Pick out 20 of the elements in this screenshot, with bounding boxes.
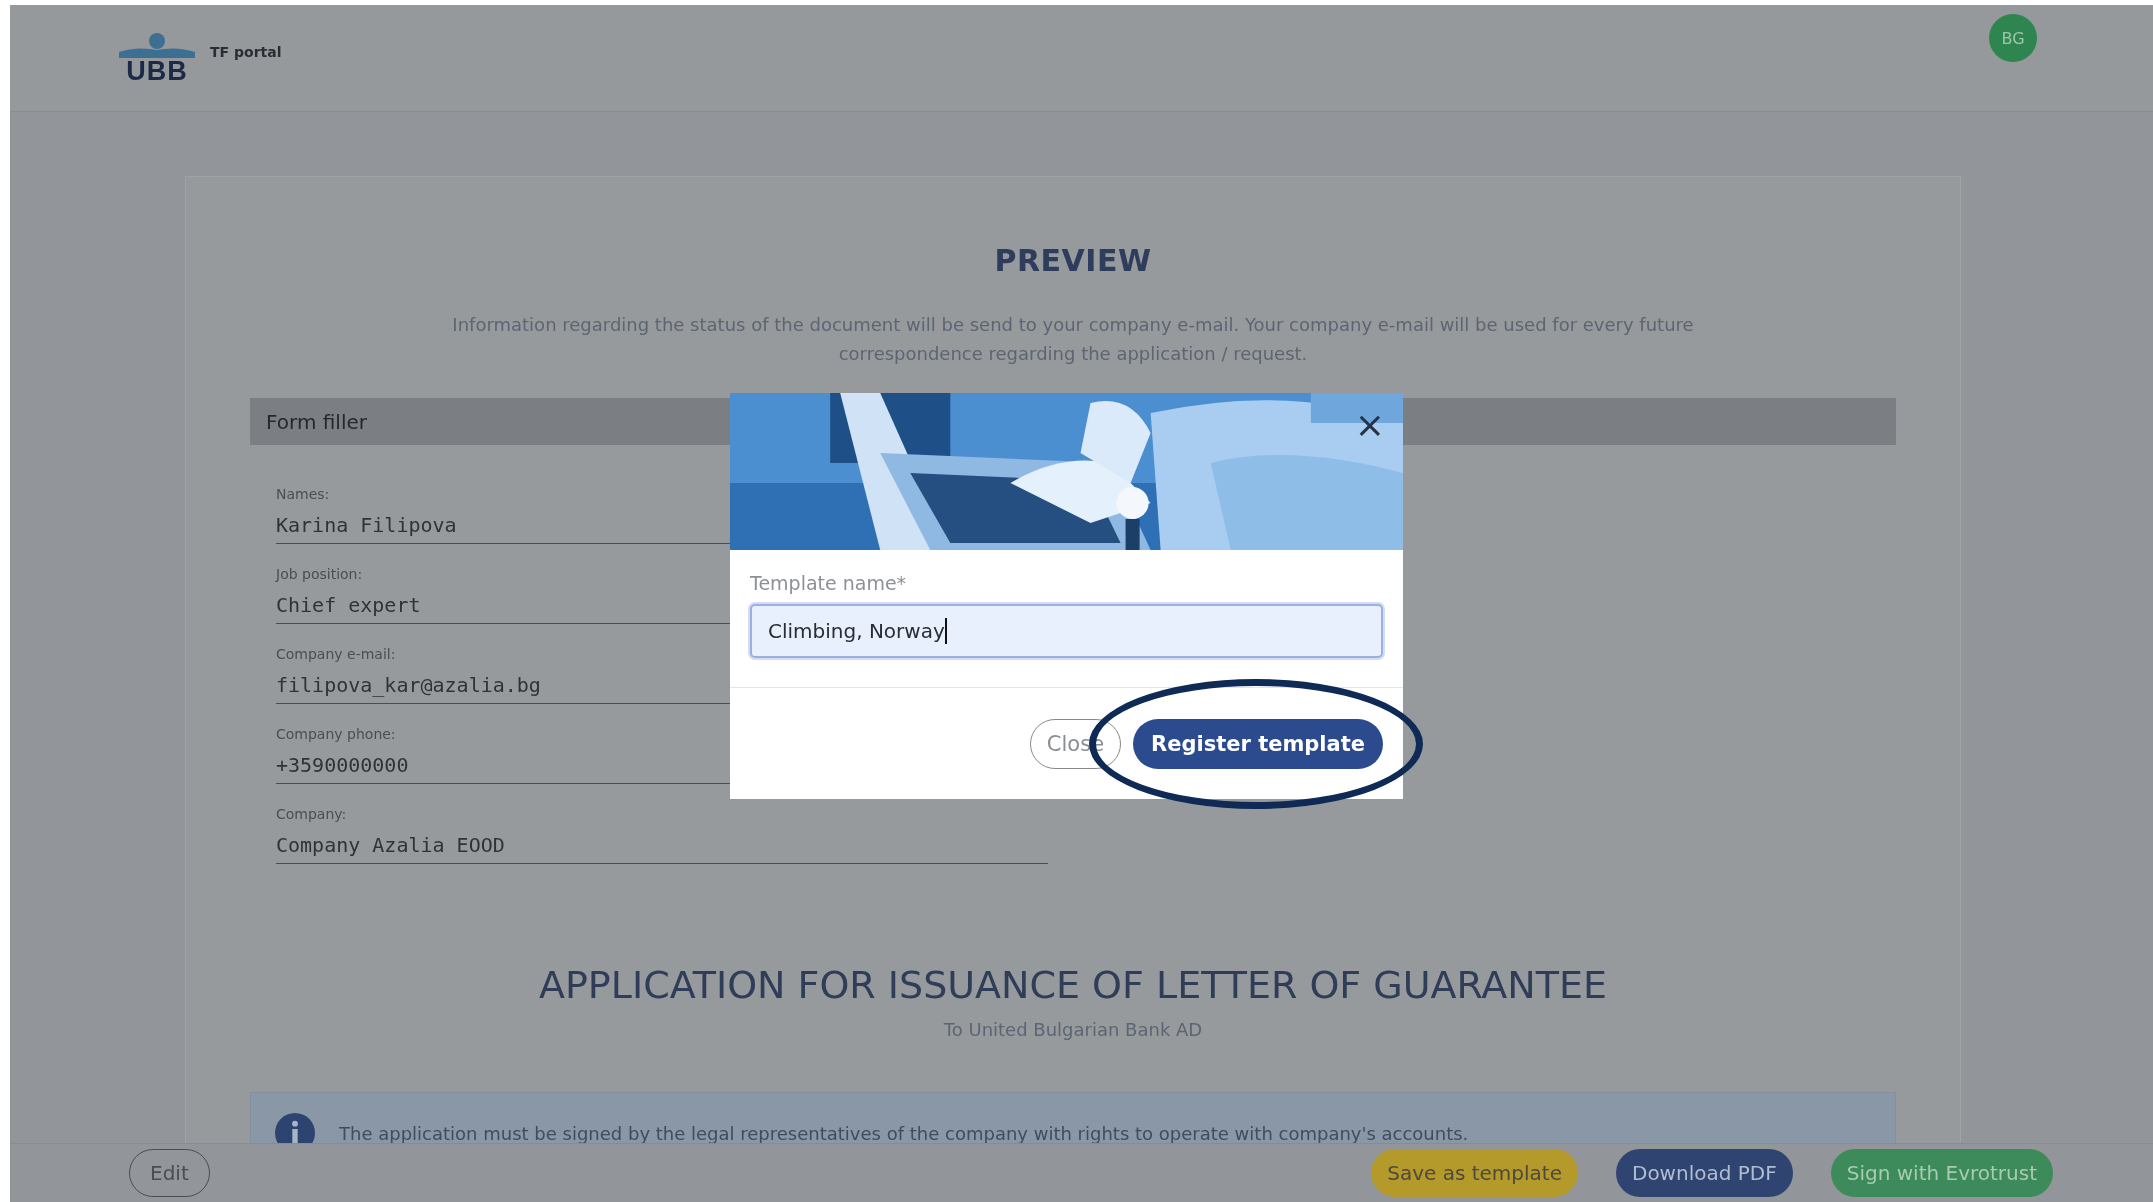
application-title: APPLICATION FOR ISSUANCE OF LETTER OF GUARANTEE [537,963,1609,1007]
bank-logo[interactable]: UBB [116,32,198,84]
notice-text: Information regarding the status of the document will be send to your company e-mail. Your company e-mail will be used for every future correspondence regarding the application / request. [451,313,1695,366]
preview-title: PREVIEW [993,243,1153,278]
input-field[interactable]: Company Azalia EOOD [276,823,1048,864]
field-label: Company phone: [276,725,397,743]
field-label: Company: [276,805,348,823]
action-button[interactable]: Sign with Evrotrust [1830,1149,2053,1197]
info-text: The application must be signed by the legal representatives of the company with rights to operate with company's accounts. [339,1122,1469,1144]
language-avatar[interactable]: BG [1989,14,2037,62]
field-label: Names: [276,485,331,503]
logo-emblem-icon [117,32,197,58]
form-filler-title: Form filler [266,409,367,434]
portal-name: TF portal [210,44,282,60]
template-name-field[interactable]: Climbing, Norway [750,604,1383,658]
dialog-button[interactable]: Register template [1133,718,1383,769]
application-subtitle: To United Bulgarian Bank AD [942,1019,1204,1040]
action-button[interactable]: Download PDF [1616,1149,1793,1197]
action-button[interactable]: Save as template [1371,1149,1578,1197]
field-label: Company e-mail: [276,645,397,663]
